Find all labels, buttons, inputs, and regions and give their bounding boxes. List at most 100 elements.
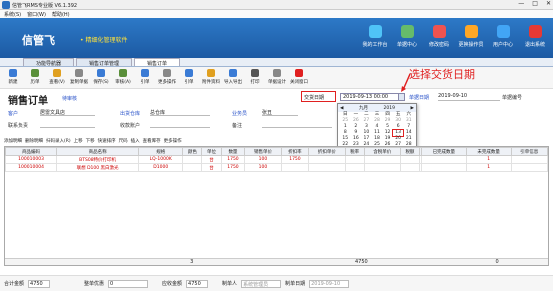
table-cell[interactable]: 100 [244,163,282,172]
note-field[interactable] [262,121,332,128]
tab-sales-mgmt[interactable]: 销售订单管理 [76,58,133,67]
grid-tool-2[interactable]: 扫码录入(R) [46,138,71,144]
calendar-year[interactable]: 2019 [384,106,395,111]
table-cell[interactable]: 100010004 [4,163,58,172]
table-cell[interactable] [344,155,365,164]
column-header[interactable]: 引单信息 [510,147,549,156]
grid-tool-7[interactable]: 插入 [131,138,140,144]
customer-field[interactable]: 居雷文具店 [40,109,95,116]
contact-field[interactable] [40,121,95,128]
table-cell[interactable] [182,155,203,164]
toolbar-button-12[interactable]: 单据设计 [266,67,288,88]
grid-tool-6[interactable]: 尺码 [119,138,128,144]
grid-tool-3[interactable]: 上移 [74,138,83,144]
column-header[interactable]: 折扣率 [280,147,310,156]
table-cell[interactable]: 联想 D100 黑白激光 [56,163,140,172]
column-header[interactable]: 未完成数量 [465,147,512,156]
table-cell[interactable]: 1750 [280,155,310,164]
date-dropdown-button[interactable] [398,93,405,101]
nav-button-3[interactable]: 更换操作员 [455,23,487,48]
grid-tool-0[interactable]: 添加明细 [4,138,22,144]
table-cell[interactable] [308,155,346,164]
table-cell[interactable] [420,155,467,164]
warehouse-field[interactable]: 总仓库 [150,109,210,116]
grid-tool-9[interactable]: 更多操作 [164,138,182,144]
menu-system[interactable]: 系统(S) [4,11,21,18]
table-cell[interactable]: 台 [201,163,222,172]
grid-tool-4[interactable]: 下移 [86,138,95,144]
table-cell[interactable]: D1000 [138,163,184,172]
salesman-field[interactable]: 张丑 [262,109,298,116]
calendar-month[interactable]: 九月 [359,105,368,111]
table-cell[interactable]: BTS08特价打印机 [56,155,140,164]
menu-window[interactable]: 窗口(W) [27,11,46,18]
table-cell[interactable] [344,163,365,172]
toolbar-button-1[interactable]: 历单 [24,67,46,88]
grid-tool-8[interactable]: 查看库存 [143,138,161,144]
table-cell[interactable]: 1 [465,163,512,172]
column-header[interactable]: 税额 [399,147,420,156]
tab-navigator[interactable]: 功能导航器 [23,58,75,67]
toolbar-button-13[interactable]: 关闭窗口 [288,67,310,88]
table-cell[interactable]: LQ-1000K [138,155,184,164]
table-cell[interactable] [308,163,346,172]
table-cell[interactable] [363,155,401,164]
toolbar-button-3[interactable]: 复制单据 [68,67,90,88]
column-header[interactable]: 销售单价 [244,147,282,156]
delivery-date-input[interactable]: 2019-09-13 00:00 [340,93,400,101]
nav-button-1[interactable]: 单据中心 [391,23,423,48]
column-header[interactable]: 已完成数量 [420,147,467,156]
column-header[interactable]: 税率 [344,147,365,156]
order-date-field[interactable]: 2019-09-10 [438,93,500,101]
toolbar-button-7[interactable]: 更多操作 [156,67,178,88]
column-header[interactable]: 颜色 [182,147,203,156]
table-cell[interactable]: 100 [244,155,282,164]
maximize-button[interactable]: □ [532,0,538,7]
table-cell[interactable] [280,163,310,172]
menu-help[interactable]: 帮助(H) [52,11,70,18]
column-header[interactable]: 折扣单价 [308,147,346,156]
table-row[interactable]: 100010003 BTS08特价打印机 LQ-1000K 台 1750 100 1750 1 [4,155,549,164]
table-cell[interactable] [510,163,549,172]
table-cell[interactable] [399,155,420,164]
toolbar-button-10[interactable]: 导入导出 [222,67,244,88]
grid-tool-5[interactable]: 快速排序 [98,138,116,144]
table-cell[interactable] [399,163,420,172]
table-cell[interactable]: 100010003 [4,155,58,164]
table-cell[interactable]: 1750 [220,163,246,172]
tab-sales-order[interactable]: 销售订单 [134,58,181,67]
nav-button-5[interactable]: 退出系统 [519,23,551,48]
table-cell[interactable] [182,163,203,172]
discount-field[interactable]: 0 [108,279,149,288]
table-row[interactable]: 100010004 联想 D100 黑白激光 D1000 台 1750 100 1 [4,163,549,172]
toolbar-button-0[interactable]: 新建 [2,67,24,88]
table-cell[interactable]: 1 [465,155,512,164]
toolbar-button-6[interactable]: 引单 [134,67,156,88]
toolbar-button-11[interactable]: 打印 [244,67,266,88]
grid-tool-1[interactable]: 删除明细 [25,138,43,144]
table-cell[interactable]: 1750 [220,155,246,164]
next-month-icon[interactable]: ▶ [411,106,414,111]
minimize-button[interactable]: — [518,0,524,7]
toolbar-button-4[interactable]: 保存(S) [90,67,112,88]
toolbar-button-5[interactable]: 审核(A) [112,67,134,88]
nav-button-2[interactable]: 修改密码 [423,23,455,48]
column-header[interactable]: 商品名称 [56,147,140,156]
column-header[interactable]: 商品编码 [4,147,58,156]
prev-month-icon[interactable]: ◀ [340,106,343,111]
nav-button-4[interactable]: 用户中心 [487,23,519,48]
nav-button-0[interactable]: 我的工作台 [359,23,391,48]
table-cell[interactable] [363,163,401,172]
table-cell[interactable] [510,155,549,164]
column-header[interactable]: 单位 [201,147,222,156]
table-cell[interactable]: 台 [201,155,222,164]
column-header[interactable]: 规格 [138,147,184,156]
receivable-account-field[interactable] [150,121,210,128]
column-header[interactable]: 含税单价 [363,147,401,156]
table-cell[interactable] [420,163,467,172]
toolbar-button-2[interactable]: 查看(V) [46,67,68,88]
toolbar-button-9[interactable]: 附件资料 [200,67,222,88]
close-button[interactable]: ✕ [546,0,551,7]
column-header[interactable]: 数量 [220,147,246,156]
toolbar-button-8[interactable]: 引单 [178,67,200,88]
